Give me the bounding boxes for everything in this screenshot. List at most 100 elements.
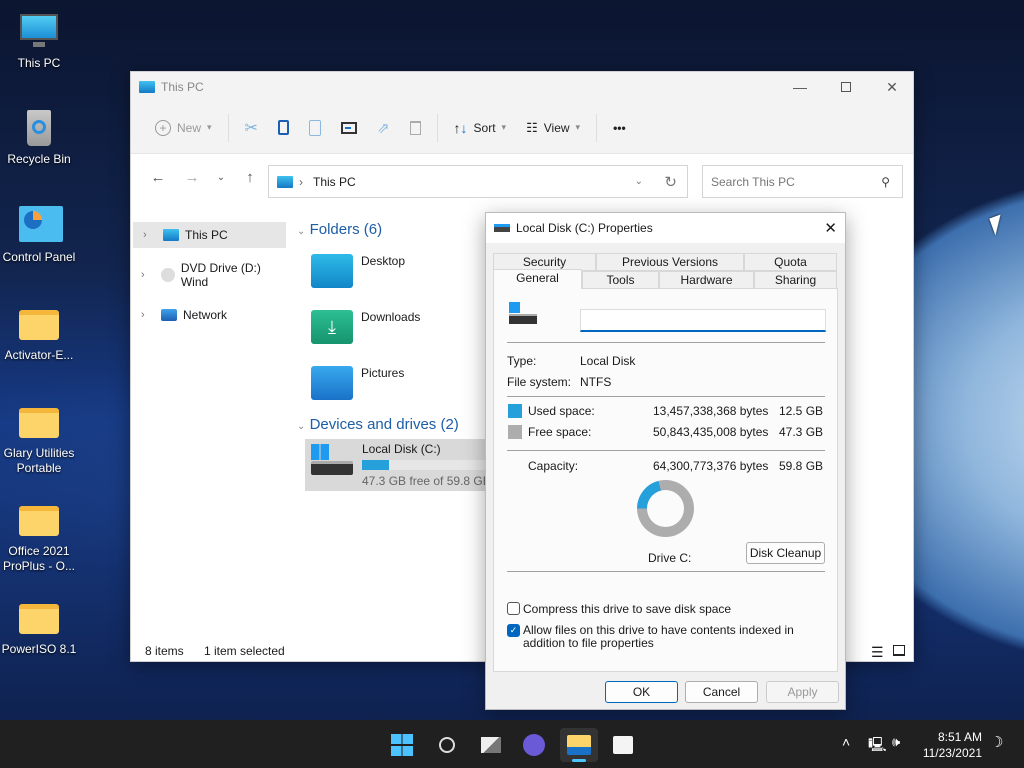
show-hidden-icons-button[interactable]: ˄ [842,734,850,750]
details-view-button[interactable]: ☰ [871,644,884,661]
delete-button[interactable] [400,112,431,144]
tab-tools[interactable]: Tools [582,271,659,289]
tab-sharing[interactable]: Sharing [754,271,837,289]
nav-item-this-pc[interactable]: › This PC [133,222,286,248]
start-button[interactable] [383,728,421,762]
refresh-icon[interactable]: ↻ [664,173,677,191]
nav-item-dvd-drive[interactable]: › DVD Drive (D:) Wind [131,261,291,289]
rename-button[interactable] [331,112,367,144]
desktop-icon-poweriso[interactable]: PowerISO 8.1 [0,598,78,657]
computer-icon [139,81,155,93]
chevron-right-icon: › [143,229,147,241]
drive-usage-bar [362,460,492,470]
view-button[interactable]: ☷ View ▾ [516,112,590,144]
divider [596,113,598,142]
chevron-down-icon: ▾ [501,122,507,132]
close-button[interactable]: ✕ [869,72,915,102]
new-button[interactable]: + New ▾ [145,112,222,144]
desktop-icon-this-pc[interactable]: This PC [0,12,78,71]
paste-icon [308,119,321,136]
desktop-icon-recycle-bin[interactable]: Recycle Bin [0,108,78,167]
desktop-icon-activator[interactable]: Activator-E... [0,304,78,363]
back-button[interactable]: ← [141,169,175,186]
share-icon: ⇗ [376,119,390,137]
folder-item-desktop[interactable]: Desktop [311,254,405,288]
file-explorer-taskbar-button[interactable] [560,728,598,762]
minimize-button[interactable]: — [777,72,823,102]
drives-group-header[interactable]: ⌄ Devices and drives (2) [297,416,459,433]
search-button[interactable] [428,728,466,762]
search-icon [439,737,455,753]
address-bar[interactable]: › This PC ⌄ ↻ [268,165,688,198]
folders-group-header[interactable]: ⌄ Folders (6) [297,221,382,238]
forward-button[interactable]: → [175,169,209,186]
cut-button[interactable]: ✂ [235,112,268,144]
hard-drive-icon [509,314,537,324]
general-tab-panel: Type: Local Disk File system: NTFS Used … [493,288,838,672]
focus-assist-moon-icon[interactable]: ☽ [990,733,1003,751]
recent-locations-button[interactable]: ⌄ [209,172,233,183]
desktop-icon-control-panel[interactable]: Control Panel [0,206,78,265]
drive-label-input[interactable] [580,309,826,332]
tab-quota[interactable]: Quota [744,253,837,271]
hard-drive-icon [311,461,353,475]
task-view-button[interactable] [472,728,510,762]
folder-item-pictures[interactable]: Pictures [311,366,404,400]
network-icon[interactable]: 🖳 [868,734,887,758]
pictures-folder-icon [311,366,353,400]
share-button[interactable]: ⇗ [367,112,400,144]
chevron-down-icon: ▾ [575,122,581,132]
tab-general[interactable]: General [493,269,582,289]
used-space-swatch [508,404,522,418]
computer-icon [17,12,61,52]
disk-usage-donut [637,480,694,537]
desktop-folder-icon [311,254,353,288]
folder-icon [17,598,61,638]
apply-button[interactable]: Apply [766,681,839,703]
store-button[interactable] [604,728,642,762]
computer-icon [163,229,179,241]
tab-hardware[interactable]: Hardware [659,271,754,289]
clock[interactable]: 8:51 AM 11/23/2021 [922,729,982,761]
compress-checkbox[interactable] [507,602,520,615]
more-options-button[interactable]: ••• [603,112,636,144]
command-bar: + New ▾ ✂ ⇗ ↑↓ Sort ▾ ☷ View ▾ ••• [131,102,913,154]
copy-button[interactable] [268,112,299,144]
used-gb: 12.5 GB [779,404,824,418]
drive-item-local-disk-c[interactable]: Local Disk (C:) 47.3 GB free of 59.8 GB [305,439,505,491]
ok-button[interactable]: OK [605,681,678,703]
tab-previous-versions[interactable]: Previous Versions [596,253,744,271]
drive-label: Drive C: [648,551,692,565]
drive-icon [494,224,510,232]
address-dropdown-icon[interactable]: ⌄ [635,176,643,187]
properties-dialog: Local Disk (C:) Properties ✕ Security Pr… [485,212,846,710]
sort-button[interactable]: ↑↓ Sort ▾ [444,112,517,144]
windows-logo-icon [391,734,413,756]
dialog-close-button[interactable]: ✕ [824,219,837,237]
trash-icon [409,120,421,135]
disk-cleanup-button[interactable]: Disk Cleanup [746,542,825,564]
downloads-folder-icon: ⤓ [311,310,353,344]
maximize-button[interactable] [823,72,869,102]
up-button[interactable]: ↑ [233,169,267,186]
divider [507,450,825,451]
chat-button[interactable] [515,728,553,762]
windows-drive-icon [509,302,520,313]
desktop-icon-glary[interactable]: Glary Utilities Portable [0,402,78,476]
cancel-button[interactable]: Cancel [685,681,758,703]
index-checkbox[interactable]: ✓ [507,624,520,637]
large-icons-view-button[interactable] [893,645,905,656]
plus-circle-icon: + [155,119,171,136]
mouse-cursor [989,214,1007,236]
volume-icon[interactable]: 🕪 [892,734,900,750]
paste-button[interactable] [299,112,331,144]
nav-item-network[interactable]: › Network [131,302,291,328]
task-view-icon [481,737,501,753]
divider [227,113,229,142]
desktop-icon-office[interactable]: Office 2021 ProPlus - O... [0,500,78,574]
divider [436,113,438,142]
folder-item-downloads[interactable]: ⤓ Downloads [311,310,420,344]
control-panel-icon [17,206,63,246]
search-input[interactable]: Search This PC ⚲ [702,165,903,198]
windows-drive-icon [311,444,329,460]
